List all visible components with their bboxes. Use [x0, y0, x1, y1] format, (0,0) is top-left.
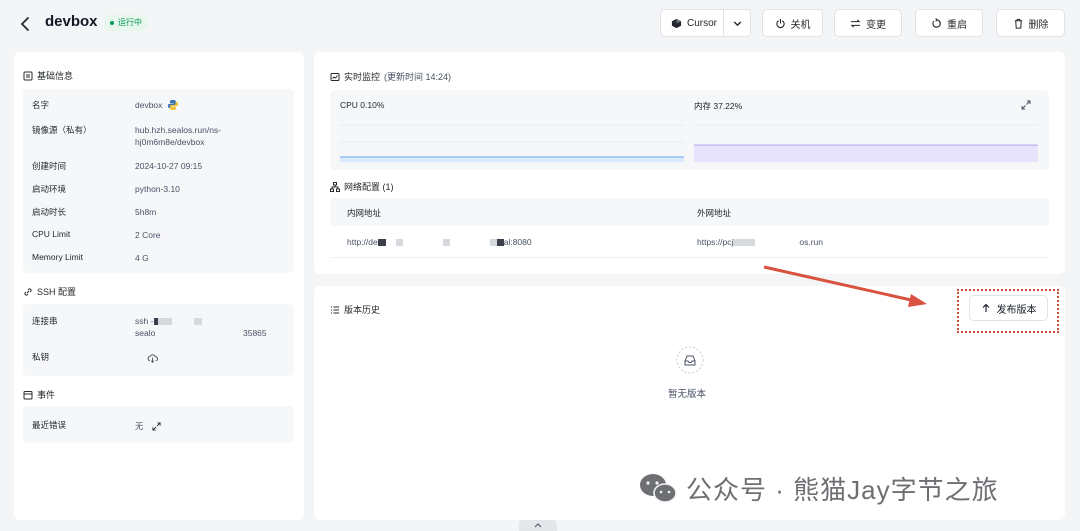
annotation-highlight-box [957, 289, 1059, 333]
cpu-usage-chart [340, 124, 684, 162]
info-value: 2 Core [135, 230, 161, 240]
network-icon [330, 181, 340, 192]
restart-label: 重启 [947, 19, 967, 31]
ssh-config-title: SSH 配置 [23, 285, 76, 298]
power-icon [775, 18, 785, 28]
monitor-network-panel: 实时监控 (更新时间 14:24) CPU 0.10% 内存 37.22% 网络… [314, 52, 1065, 274]
info-label: 启动时长 [32, 207, 67, 217]
basic-info-title: 基础信息 [23, 69, 73, 82]
chart-icon [330, 72, 340, 81]
ide-label: Cursor [687, 17, 718, 29]
page-header: devbox 运行中 Cursor 关机 变更 重启 删除 [0, 0, 1080, 48]
delete-button[interactable]: 删除 [996, 9, 1065, 37]
cpu-usage-label: CPU 0.10% [340, 100, 385, 110]
list-icon [331, 306, 339, 313]
info-value: 2024-10-27 09:15 [135, 161, 203, 171]
ssh-config-box: 连接串 ssh - sealo 35865 私钥 [23, 304, 294, 376]
info-value: devbox [135, 99, 179, 111]
network-table-header: 内网地址 外网地址 [330, 198, 1049, 226]
ssh-conn-value[interactable]: ssh - sealo 35865 [135, 315, 285, 339]
basic-info-box: 名字 devbox 镜像源（私有） hub.hzh.sealos.run/ns-… [23, 89, 294, 273]
recent-error-label: 最近错误 [32, 420, 67, 430]
cursor-logo-icon [671, 18, 682, 28]
info-value: hub.hzh.sealos.run/ns- hj0m6m8e/devbox [135, 125, 221, 147]
link-icon [24, 287, 32, 296]
info-label: 镜像源（私有） [32, 125, 92, 135]
network-title: 网络配置 (1) [330, 180, 394, 193]
wechat-logo-icon [640, 473, 677, 503]
cpu-usage-area [340, 156, 684, 162]
empty-versions-label: 暂无版本 [668, 389, 707, 400]
change-button[interactable]: 变更 [834, 9, 902, 37]
info-value: 4 G [135, 253, 149, 263]
chevron-down-icon[interactable] [732, 18, 743, 29]
swap-arrows-icon [850, 18, 861, 28]
info-label: 启动环境 [32, 184, 67, 194]
calendar-icon [23, 390, 33, 399]
watermark: 公众号 · 熊猫Jay字节之旅 [638, 470, 999, 507]
version-history-title: 版本历史 [330, 303, 380, 316]
document-icon [23, 71, 33, 80]
open-ide-button[interactable]: Cursor [660, 9, 751, 37]
network-table-row: http://de al:8080 https://pcj os.run [330, 226, 1049, 258]
recent-error-value: 无 [135, 420, 161, 432]
monitor-title: 实时监控 (更新时间 14:24) [330, 70, 451, 83]
python-logo-icon [168, 100, 179, 110]
restart-icon [932, 17, 941, 28]
delete-label: 删除 [1028, 19, 1049, 31]
details-panel: 基础信息 名字 devbox 镜像源（私有） hub.hzh.sealos.ru… [14, 52, 304, 520]
status-badge: 运行中 [104, 15, 148, 31]
annotation-arrow [763, 265, 927, 307]
monitor-charts: CPU 0.10% 内存 37.22% [330, 90, 1049, 170]
private-key-label: 私钥 [32, 352, 50, 362]
info-value: 5h8m [135, 207, 157, 217]
back-arrow-icon[interactable] [18, 15, 32, 33]
external-address-header: 外网地址 [697, 208, 732, 218]
info-value: python-3.10 [135, 184, 180, 194]
divider [723, 10, 724, 36]
info-label: Memory Limit [32, 252, 84, 262]
info-label: CPU Limit [32, 229, 71, 239]
empty-box-icon [676, 346, 704, 374]
internal-address[interactable]: http://de al:8080 [347, 237, 532, 247]
shutdown-button[interactable]: 关机 [762, 9, 823, 37]
memory-usage-chart [694, 124, 1038, 162]
shutdown-label: 关机 [790, 19, 811, 31]
ssh-conn-label: 连接串 [32, 316, 58, 326]
events-title: 事件 [23, 388, 55, 401]
restart-button[interactable]: 重启 [915, 9, 983, 37]
memory-usage-area [694, 145, 1038, 162]
internal-address-header: 内网地址 [347, 208, 382, 218]
external-address[interactable]: https://pcj os.run [697, 237, 823, 247]
expand-icon[interactable] [151, 421, 161, 431]
info-label: 创建时间 [32, 161, 67, 171]
download-cloud-icon[interactable] [147, 353, 158, 364]
info-label: 名字 [32, 100, 50, 110]
chevron-up-icon [534, 523, 542, 528]
memory-usage-label: 内存 37.22% [694, 101, 743, 111]
events-box: 最近错误 无 [23, 406, 294, 443]
change-label: 变更 [866, 19, 886, 31]
page-title: devbox [45, 13, 98, 30]
trash-icon [1014, 18, 1022, 29]
scroll-handle[interactable] [519, 520, 557, 531]
fullscreen-icon[interactable] [1021, 100, 1031, 110]
